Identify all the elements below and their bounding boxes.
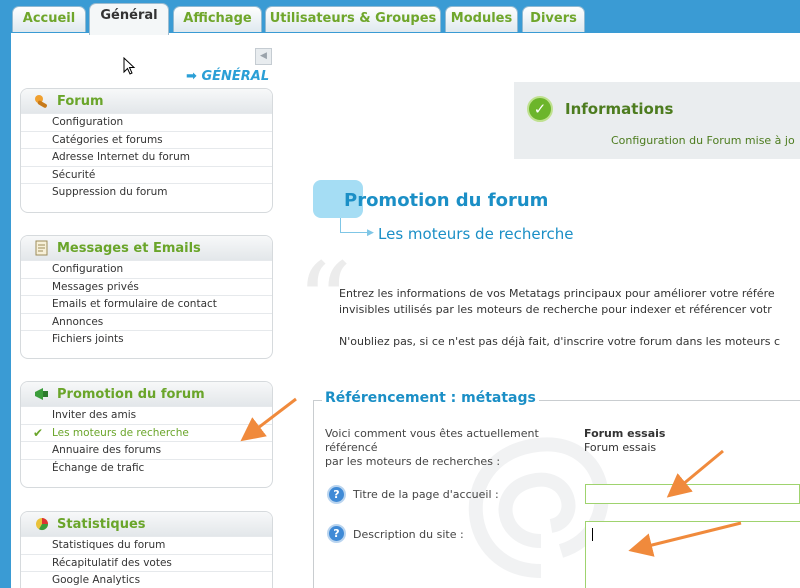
- tab-utilisateurs-groupes[interactable]: Utilisateurs & Groupes: [265, 6, 441, 32]
- intro-line-1: Entrez les informations de vos Metatags …: [339, 287, 775, 300]
- sidebar-item-suppression[interactable]: Suppression du forum: [21, 183, 272, 201]
- tab-modules[interactable]: Modules: [445, 6, 518, 32]
- text-caret: [592, 528, 593, 541]
- collapse-sidebar-button[interactable]: ◀: [255, 48, 272, 65]
- section-header: Promotion du forum: [21, 382, 272, 406]
- checkmark-icon: ✔: [33, 425, 44, 440]
- tab-accueil[interactable]: Accueil: [12, 6, 86, 32]
- ref-label-line-1: Voici comment vous êtes actuellement: [325, 427, 539, 440]
- section-header: Forum: [21, 89, 272, 113]
- section-title: Statistiques: [57, 516, 146, 532]
- sidebar-item-inviter-amis[interactable]: Inviter des amis: [21, 406, 272, 424]
- section-title: Messages et Emails: [57, 240, 201, 256]
- info-title: Informations: [565, 100, 674, 118]
- sidebar-item-moteurs-recherche[interactable]: ✔ Les moteurs de recherche: [21, 423, 272, 442]
- sidebar-item-messages-prives[interactable]: Messages privés: [21, 277, 272, 296]
- section-header: Messages et Emails: [21, 236, 272, 260]
- site-description-textarea[interactable]: [585, 521, 800, 588]
- sidebar-item-emails-contact[interactable]: Emails et formulaire de contact: [21, 295, 272, 313]
- homepage-title-input[interactable]: [585, 484, 800, 504]
- ref-label-line-2: référencé: [325, 441, 378, 454]
- fieldset-legend: Référencement : métatags: [322, 390, 539, 406]
- sidebar-item-annuaire-forums[interactable]: Annuaire des forums: [21, 441, 272, 459]
- pie-chart-icon: [33, 516, 51, 532]
- sidebar-item-statistiques-forum[interactable]: Statistiques du forum: [21, 536, 272, 554]
- intro-line-2: invisibles utilisés par les moteurs de r…: [339, 303, 772, 316]
- arrow-right-icon: ➡: [186, 69, 197, 84]
- mouse-cursor-icon: [123, 57, 136, 75]
- megaphone-icon: [33, 386, 51, 402]
- sidebar-item-categories[interactable]: Catégories et forums: [21, 130, 272, 149]
- intro-note: N'oubliez pas, si ce n'est pas déjà fait…: [339, 335, 781, 348]
- ref-value-bold: Forum essais: [584, 427, 666, 440]
- section-title: Forum: [57, 93, 104, 109]
- wrench-icon: [33, 93, 51, 109]
- sidebar-item-adresse-internet[interactable]: Adresse Internet du forum: [21, 148, 272, 166]
- description-label: Description du site :: [353, 528, 464, 541]
- page-title: Promotion du forum: [344, 190, 549, 211]
- sidebar-heading: ➡ GÉNÉRAL: [186, 69, 270, 84]
- subtitle-connector: [340, 218, 370, 233]
- tab-general[interactable]: Général: [89, 3, 169, 35]
- document-icon: [33, 240, 51, 256]
- section-title: Promotion du forum: [57, 386, 205, 402]
- help-icon[interactable]: ?: [327, 524, 346, 543]
- check-circle-icon: ✓: [527, 96, 553, 122]
- tab-divers[interactable]: Divers: [522, 6, 585, 32]
- info-message-box: ✓ Informations Configuration du Forum mi…: [514, 82, 800, 159]
- help-icon[interactable]: ?: [327, 485, 346, 504]
- sidebar-section-messages: Messages et Emails Configuration Message…: [20, 235, 273, 359]
- tab-bar: Accueil Général Affichage Utilisateurs &…: [0, 0, 800, 35]
- sidebar-item-securite[interactable]: Sécurité: [21, 165, 272, 184]
- sidebar-item-echange-trafic[interactable]: Échange de trafic: [21, 458, 272, 477]
- title-label: Titre de la page d'accueil :: [353, 488, 499, 501]
- sidebar-section-forum: Forum Configuration Catégories et forums…: [20, 88, 273, 213]
- sidebar-section-statistiques: Statistiques Statistiques du forum Récap…: [20, 511, 273, 588]
- connector-arrow-icon: ▶: [367, 228, 374, 238]
- sidebar-item-recapitulatif-votes[interactable]: Récapitulatif des votes: [21, 553, 272, 572]
- page-subtitle: Les moteurs de recherche: [378, 225, 574, 243]
- ref-label-line-3: par les moteurs de recherches :: [325, 455, 501, 468]
- sidebar-item-fichiers-joints[interactable]: Fichiers joints: [21, 330, 272, 348]
- sidebar-item-google-analytics[interactable]: Google Analytics: [21, 571, 272, 588]
- sidebar-section-promotion: Promotion du forum Inviter des amis ✔ Le…: [20, 381, 273, 488]
- sidebar-item-annonces[interactable]: Annonces: [21, 312, 272, 331]
- info-text: Configuration du Forum mise à jo: [611, 134, 795, 147]
- section-header: Statistiques: [21, 512, 272, 536]
- ref-value: Forum essais: [584, 441, 657, 454]
- sidebar-item-configuration[interactable]: Configuration: [21, 113, 272, 131]
- tab-affichage[interactable]: Affichage: [173, 6, 262, 32]
- sidebar-item-configuration-messages[interactable]: Configuration: [21, 260, 272, 278]
